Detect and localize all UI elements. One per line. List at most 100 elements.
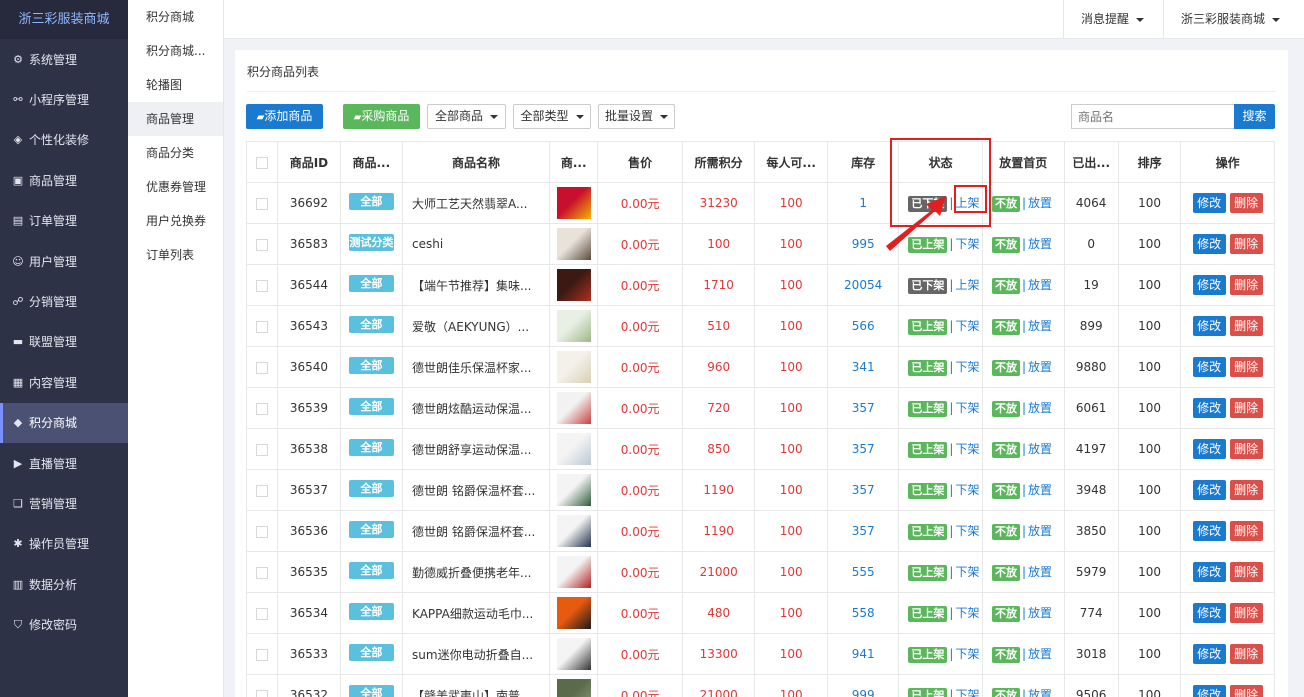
purchase-goods-button[interactable]: ▰采购商品 <box>343 104 420 129</box>
sidebar-item-3[interactable]: ▣ 商品管理 <box>0 160 128 200</box>
sidebar-item-8[interactable]: ▦ 内容管理 <box>0 362 128 402</box>
toggle-shelf-link[interactable]: 下架 <box>955 319 979 333</box>
edit-button[interactable]: 修改 <box>1192 439 1226 459</box>
search-button[interactable]: 搜索 <box>1234 104 1275 129</box>
delete-button[interactable]: 删除 <box>1229 316 1263 336</box>
place-home-link[interactable]: 放置 <box>1028 647 1052 661</box>
delete-button[interactable]: 删除 <box>1229 275 1263 295</box>
subnav-item-1[interactable]: 积分商城... <box>128 34 223 68</box>
delete-button[interactable]: 删除 <box>1229 439 1263 459</box>
brand-title[interactable]: 浙三彩服装商城 <box>0 0 128 39</box>
sidebar-item-11[interactable]: ❏ 营销管理 <box>0 483 128 523</box>
toggle-shelf-link[interactable]: 下架 <box>955 442 979 456</box>
edit-button[interactable]: 修改 <box>1192 521 1226 541</box>
subnav-item-4[interactable]: 商品分类 <box>128 136 223 170</box>
delete-button[interactable]: 删除 <box>1229 193 1263 213</box>
delete-button[interactable]: 删除 <box>1229 480 1263 500</box>
edit-button[interactable]: 修改 <box>1192 316 1226 336</box>
notice-dropdown[interactable]: 消息提醒 <box>1063 0 1163 39</box>
toggle-shelf-link[interactable]: 下架 <box>955 647 979 661</box>
delete-button[interactable]: 删除 <box>1229 357 1263 377</box>
place-home-link[interactable]: 放置 <box>1028 483 1052 497</box>
sidebar-item-14[interactable]: ⛉ 修改密码 <box>0 604 128 644</box>
delete-button[interactable]: 删除 <box>1229 603 1263 623</box>
toggle-shelf-link[interactable]: 下架 <box>955 688 979 697</box>
sidebar-item-7[interactable]: ▬ 联盟管理 <box>0 322 128 362</box>
toggle-shelf-link[interactable]: 下架 <box>955 606 979 620</box>
row-checkbox[interactable] <box>256 607 269 620</box>
place-home-link[interactable]: 放置 <box>1028 565 1052 579</box>
subnav-item-3[interactable]: 商品管理 <box>128 102 223 136</box>
row-checkbox[interactable] <box>256 279 269 292</box>
delete-button[interactable]: 删除 <box>1229 685 1263 697</box>
toggle-shelf-link[interactable]: 下架 <box>955 483 979 497</box>
subnav-item-7[interactable]: 订单列表 <box>128 238 223 272</box>
edit-button[interactable]: 修改 <box>1192 480 1226 500</box>
toggle-shelf-link[interactable]: 下架 <box>955 401 979 415</box>
toggle-shelf-link[interactable]: 上架 <box>955 278 979 292</box>
category-cell: 全部 <box>339 305 404 347</box>
subnav-item-6[interactable]: 用户兑换券 <box>128 204 223 238</box>
delete-button[interactable]: 删除 <box>1229 562 1263 582</box>
delete-button[interactable]: 删除 <box>1229 644 1263 664</box>
delete-button[interactable]: 删除 <box>1229 398 1263 418</box>
select-all-checkbox[interactable] <box>256 156 269 169</box>
search-input[interactable] <box>1071 104 1235 129</box>
place-home-link[interactable]: 放置 <box>1028 319 1052 333</box>
place-home-link[interactable]: 放置 <box>1028 688 1052 697</box>
toggle-shelf-link[interactable]: 下架 <box>955 237 979 251</box>
edit-button[interactable]: 修改 <box>1192 193 1226 213</box>
edit-button[interactable]: 修改 <box>1192 562 1226 582</box>
place-home-link[interactable]: 放置 <box>1028 524 1052 538</box>
toggle-shelf-link[interactable]: 下架 <box>955 565 979 579</box>
place-home-link[interactable]: 放置 <box>1028 606 1052 620</box>
row-checkbox[interactable] <box>256 525 269 538</box>
row-checkbox[interactable] <box>256 361 269 374</box>
row-checkbox[interactable] <box>256 566 269 579</box>
sidebar-item-2[interactable]: ◈ 个性化装修 <box>0 120 128 160</box>
delete-button[interactable]: 删除 <box>1229 234 1263 254</box>
place-home-link[interactable]: 放置 <box>1028 278 1052 292</box>
place-home-link[interactable]: 放置 <box>1028 442 1052 456</box>
row-checkbox[interactable] <box>256 320 269 333</box>
place-home-link[interactable]: 放置 <box>1028 360 1052 374</box>
subnav-item-2[interactable]: 轮播图 <box>128 68 223 102</box>
edit-button[interactable]: 修改 <box>1192 275 1226 295</box>
edit-button[interactable]: 修改 <box>1192 603 1226 623</box>
store-dropdown[interactable]: 浙三彩服装商城 <box>1163 0 1304 39</box>
sidebar-item-0[interactable]: ⚙ 系统管理 <box>0 39 128 79</box>
toggle-shelf-link[interactable]: 下架 <box>955 524 979 538</box>
subnav-item-0[interactable]: 积分商城 <box>128 0 223 34</box>
place-home-link[interactable]: 放置 <box>1028 196 1052 210</box>
edit-button[interactable]: 修改 <box>1192 644 1226 664</box>
type-filter-dropdown[interactable]: 全部类型 <box>513 104 591 129</box>
edit-button[interactable]: 修改 <box>1192 357 1226 377</box>
row-checkbox[interactable] <box>256 443 269 456</box>
sidebar-item-12[interactable]: ✱ 操作员管理 <box>0 524 128 564</box>
sold-count: 4064 <box>1063 182 1119 224</box>
row-checkbox[interactable] <box>256 689 269 697</box>
delete-button[interactable]: 删除 <box>1229 521 1263 541</box>
sidebar-item-10[interactable]: ▶ 直播管理 <box>0 443 128 483</box>
sidebar-item-1[interactable]: ⚯ 小程序管理 <box>0 79 128 119</box>
row-checkbox[interactable] <box>256 402 269 415</box>
place-home-link[interactable]: 放置 <box>1028 237 1052 251</box>
row-checkbox[interactable] <box>256 197 269 210</box>
sidebar-item-4[interactable]: ▤ 订单管理 <box>0 201 128 241</box>
row-checkbox[interactable] <box>256 648 269 661</box>
batch-settings-dropdown[interactable]: 批量设置 <box>598 104 675 129</box>
add-goods-button[interactable]: ▰添加商品 <box>246 104 323 129</box>
sidebar-item-9[interactable]: ◆ 积分商城 <box>0 402 128 443</box>
edit-button[interactable]: 修改 <box>1192 398 1226 418</box>
sidebar-item-5[interactable]: ☺ 用户管理 <box>0 241 128 281</box>
row-checkbox[interactable] <box>256 238 269 251</box>
subnav-item-5[interactable]: 优惠券管理 <box>128 170 223 204</box>
toggle-shelf-link[interactable]: 下架 <box>955 360 979 374</box>
edit-button[interactable]: 修改 <box>1192 685 1226 697</box>
sidebar-item-13[interactable]: ▥ 数据分析 <box>0 564 128 604</box>
edit-button[interactable]: 修改 <box>1192 234 1226 254</box>
row-checkbox[interactable] <box>256 484 269 497</box>
place-home-link[interactable]: 放置 <box>1028 401 1052 415</box>
sidebar-item-6[interactable]: ☍ 分销管理 <box>0 281 128 321</box>
goods-filter-dropdown[interactable]: 全部商品 <box>427 104 506 129</box>
